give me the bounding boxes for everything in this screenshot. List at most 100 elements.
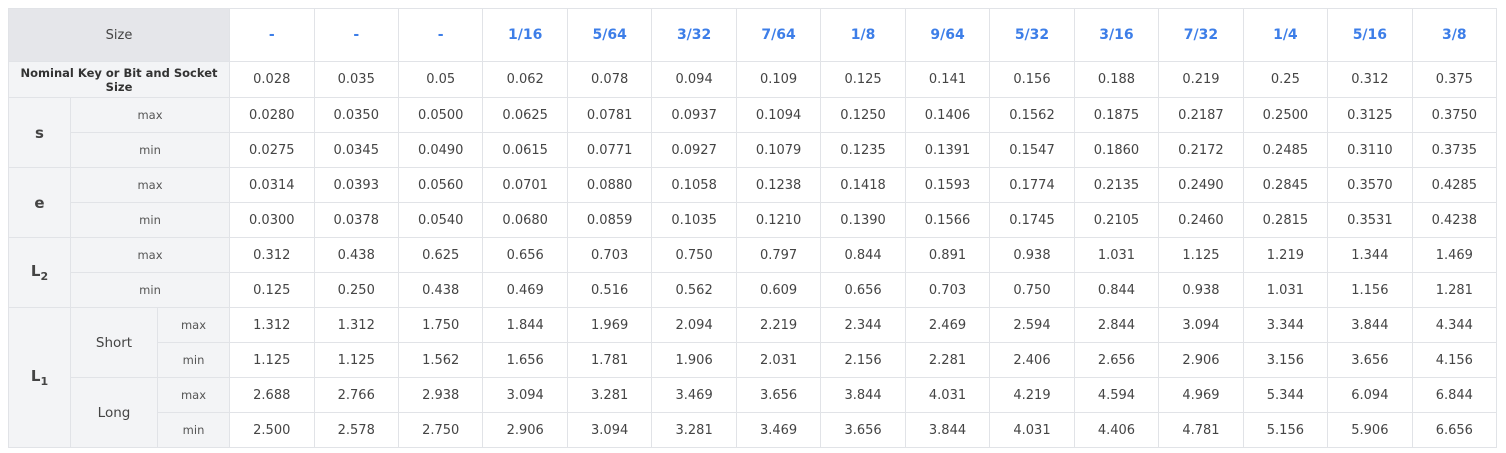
l1-long-max-cell: 4.594 <box>1073 377 1160 413</box>
e-max-cell: 0.1058 <box>651 167 737 203</box>
l1-long-min-cell: 4.781 <box>1158 412 1244 448</box>
s-dimension-label: s <box>8 97 71 168</box>
l1-long-max-cell: 3.281 <box>566 377 653 413</box>
min-label: min <box>69 132 231 168</box>
l2-min-cell: 0.609 <box>735 272 822 308</box>
l1-long-max-cell: 6.094 <box>1327 377 1413 413</box>
e-min-cell: 0.0680 <box>482 202 568 238</box>
l1-short-min-cell: 2.656 <box>1073 342 1160 378</box>
e-max-cell: 0.0314 <box>229 167 315 203</box>
e-min-row: min 0.0300 0.0378 0.0540 0.0680 0.0859 0.1035… <box>9 202 1498 238</box>
l1-short-min-cell: 2.156 <box>820 342 906 378</box>
size-cell: - <box>397 8 484 62</box>
s-min-cell: 0.0771 <box>566 132 653 168</box>
size-header-label: Size <box>7 8 231 62</box>
l2-min-cell: 0.562 <box>651 272 737 308</box>
e-max-cell: 0.0393 <box>313 167 399 203</box>
l1-long-min-cell: 4.031 <box>989 412 1075 448</box>
hex-key-dimensions-table: Size - - -1/16 5/64 3/32 7/64 1/8 9/64 5/32 3/16 7… <box>7 8 1498 448</box>
s-max-cell: 0.0625 <box>482 97 568 133</box>
l1-long-min-row: min 2.500 2.578 2.750 2.906 3.094 3.281 3.469 3… <box>9 412 1498 448</box>
size-cell: 1/16 <box>482 8 568 62</box>
l1-long-min-cell: 2.500 <box>229 412 315 448</box>
size-cell: 1/8 <box>820 8 906 62</box>
e-min-cell: 0.2460 <box>1158 202 1244 238</box>
l1-short-max-cell: 3.094 <box>1158 307 1244 343</box>
l1-dimension-label: L1 <box>8 307 71 448</box>
nominal-cell: 0.05 <box>397 61 484 98</box>
l2-max-row: L2 max 0.312 0.438 0.625 0.656 0.703 0.750 0.7… <box>8 237 1498 308</box>
l1-long-min-cell: 3.281 <box>651 412 737 448</box>
e-max-cell: 0.0880 <box>566 167 653 203</box>
s-max-cell: 0.2500 <box>1242 97 1329 133</box>
max-label: max <box>69 237 231 273</box>
s-min-cell: 0.1547 <box>989 132 1075 168</box>
l1-long-min-cell: 2.750 <box>397 412 484 448</box>
nominal-cell: 0.109 <box>735 61 822 98</box>
e-min-cell: 0.0859 <box>566 202 653 238</box>
long-length-label: Long <box>70 377 158 448</box>
l2-max-cell: 1.469 <box>1411 237 1498 273</box>
l2-max-cell: 0.438 <box>313 237 399 273</box>
max-label: max <box>156 307 231 343</box>
e-max-cell: 0.0701 <box>482 167 568 203</box>
l1-long-min-cell: 2.906 <box>482 412 568 448</box>
s-min-row: min 0.0275 0.0345 0.0490 0.0615 0.0771 0.0927… <box>9 132 1498 168</box>
l1-short-max-cell: 2.844 <box>1073 307 1160 343</box>
s-min-cell: 0.0275 <box>229 132 315 168</box>
size-cell: 3/32 <box>651 8 737 62</box>
l1-long-min-cell: 5.906 <box>1327 412 1413 448</box>
l2-max-cell: 0.703 <box>566 237 653 273</box>
e-min-cell: 0.1035 <box>651 202 737 238</box>
l1-long-min-cell: 2.578 <box>313 412 399 448</box>
max-label: max <box>69 167 231 203</box>
l1-long-min-cell: 3.656 <box>820 412 906 448</box>
l1-long-min-cell: 3.094 <box>566 412 653 448</box>
l2-min-cell: 0.750 <box>989 272 1075 308</box>
l1-short-min-cell: 1.562 <box>397 342 484 378</box>
l1-short-min-cell: 2.406 <box>989 342 1075 378</box>
s-max-cell: 0.3125 <box>1327 97 1413 133</box>
s-max-cell: 0.1562 <box>989 97 1075 133</box>
s-min-cell: 0.1860 <box>1073 132 1160 168</box>
e-max-cell: 0.0560 <box>397 167 484 203</box>
l2-max-cell: 1.219 <box>1242 237 1329 273</box>
l1-short-max-cell: 1.750 <box>397 307 484 343</box>
l2-min-cell: 0.469 <box>482 272 568 308</box>
l1-short-min-cell: 2.906 <box>1158 342 1244 378</box>
e-max-cell: 0.2135 <box>1073 167 1160 203</box>
e-min-cell: 0.1390 <box>820 202 906 238</box>
l1-long-max-cell: 2.688 <box>229 377 315 413</box>
l2-max-cell: 0.750 <box>651 237 737 273</box>
size-header-row: Size - - -1/16 5/64 3/32 7/64 1/8 9/64 5/32 3/16 7… <box>7 8 1498 62</box>
nominal-cell: 0.078 <box>566 61 653 98</box>
short-length-label: Short <box>70 307 158 378</box>
s-min-cell: 0.1391 <box>904 132 991 168</box>
s-max-cell: 0.3750 <box>1411 97 1498 133</box>
l1-long-max-cell: 4.969 <box>1158 377 1244 413</box>
nominal-cell: 0.141 <box>904 61 991 98</box>
l1-long-max-cell: 4.219 <box>989 377 1075 413</box>
l2-min-row: min 0.125 0.250 0.438 0.469 0.516 0.562 0.609 0… <box>9 272 1498 308</box>
l1-subscript: 1 <box>40 375 49 388</box>
s-min-cell: 0.0927 <box>651 132 737 168</box>
l1-short-min-cell: 2.281 <box>904 342 991 378</box>
e-min-cell: 0.1566 <box>904 202 991 238</box>
l1-long-max-cell: 3.094 <box>482 377 568 413</box>
l1-short-max-cell: 2.344 <box>820 307 906 343</box>
s-min-cell: 0.2172 <box>1158 132 1244 168</box>
e-max-cell: 0.2845 <box>1242 167 1329 203</box>
l2-min-cell: 0.516 <box>566 272 653 308</box>
max-label: max <box>156 377 231 413</box>
l2-min-cell: 0.844 <box>1073 272 1160 308</box>
l1-long-max-cell: 3.656 <box>735 377 822 413</box>
size-cell: - <box>313 8 399 62</box>
l1-long-max-cell: 5.344 <box>1242 377 1329 413</box>
l2-min-cell: 1.156 <box>1327 272 1413 308</box>
l2-max-cell: 1.031 <box>1073 237 1160 273</box>
l2-min-cell: 0.438 <box>397 272 484 308</box>
size-cell: 5/64 <box>566 8 653 62</box>
l2-min-cell: 0.938 <box>1158 272 1244 308</box>
s-min-cell: 0.1235 <box>820 132 906 168</box>
e-min-cell: 0.2105 <box>1073 202 1160 238</box>
